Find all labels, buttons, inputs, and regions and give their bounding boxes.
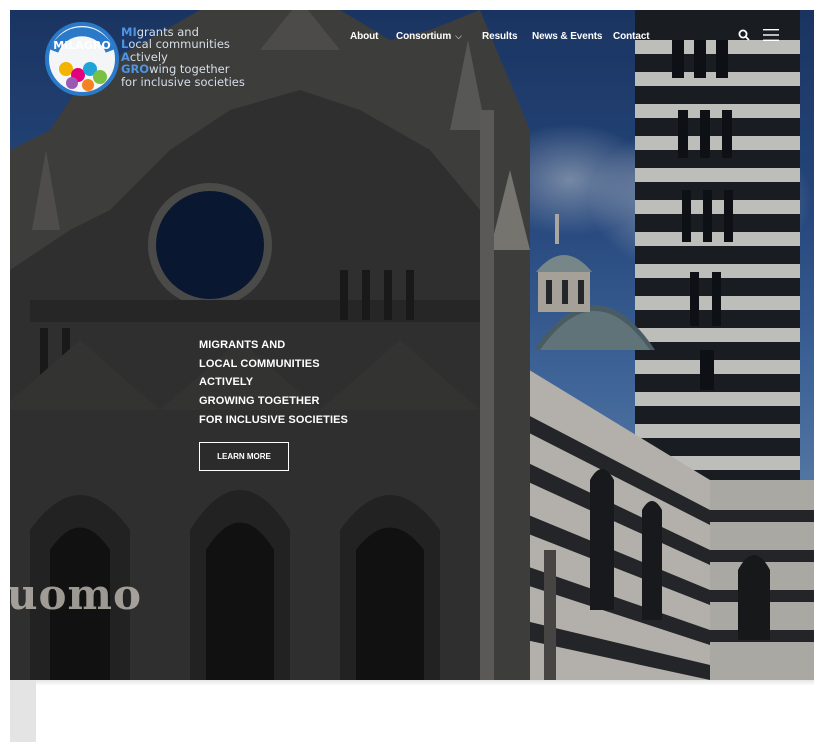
nav-news-events[interactable]: News & Events	[532, 31, 603, 42]
hero-headline: MIGRANTS AND LOCAL COMMUNITIES ACTIVELY …	[199, 336, 348, 430]
hero-line-3: ACTIVELY	[199, 376, 254, 389]
logo-wordmark[interactable]: MIgrants and Local communities Actively …	[121, 26, 245, 88]
milagro-logo[interactable]: MILAGRO	[44, 21, 120, 97]
hero-line-4: GROWING TOGETHER	[199, 395, 320, 408]
hero-line-2: LOCAL COMMUNITIES	[199, 357, 320, 370]
side-strip	[10, 680, 36, 742]
nav-about[interactable]: About	[350, 31, 378, 42]
watermark-text: uomo	[10, 570, 143, 619]
logo-line5: for inclusive societies	[121, 74, 245, 89]
hero-line-5: FOR INCLUSIVE SOCIETIES	[199, 413, 348, 426]
chevron-down-icon: ⌵	[455, 31, 462, 41]
learn-more-button[interactable]: LEARN MORE	[199, 442, 289, 471]
hero-line-1: MIGRANTS AND	[199, 339, 286, 351]
nav-consortium-label: Consortium	[396, 31, 452, 42]
logo-badge-text: MILAGRO	[53, 39, 110, 52]
hero-section: MILAGRO MIgrants and Local communities A…	[10, 10, 814, 680]
section-divider	[10, 680, 814, 686]
hamburger-menu-icon[interactable]	[763, 28, 779, 42]
search-icon[interactable]	[738, 29, 750, 41]
nav-consortium[interactable]: Consortium ⌵	[396, 31, 462, 42]
nav-results[interactable]: Results	[482, 31, 518, 42]
nav-contact[interactable]: Contact	[613, 31, 650, 42]
site-header: MILAGRO MIgrants and Local communities A…	[10, 10, 814, 100]
